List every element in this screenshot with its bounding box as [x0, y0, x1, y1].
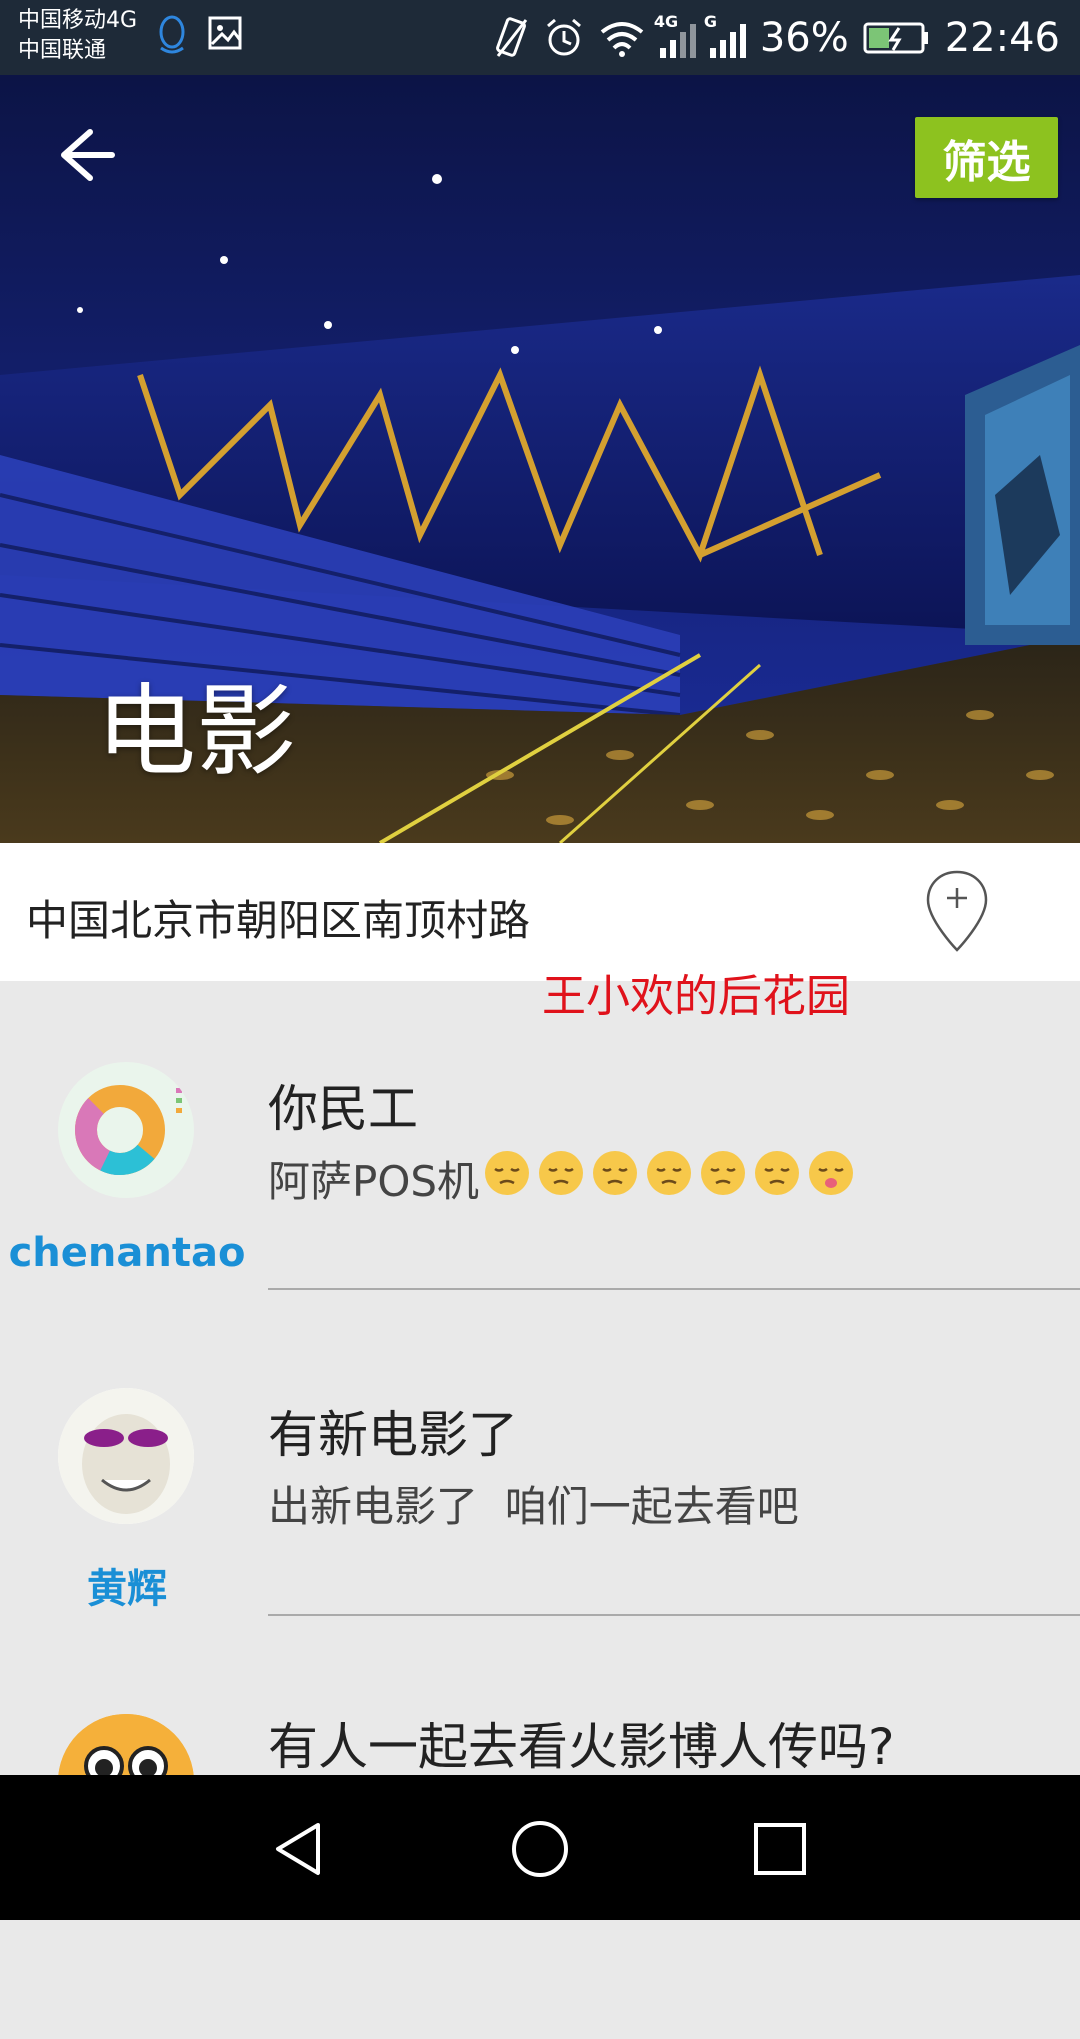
signal-icon-2: G	[704, 12, 746, 58]
location-text: 中国北京市朝阳区南顶村路	[26, 896, 531, 945]
post-title: 你民工	[268, 1080, 418, 1138]
carrier-1: 中国移动4G	[18, 8, 138, 33]
recents-nav-icon[interactable]	[748, 1817, 812, 1881]
username[interactable]: 黄辉	[0, 1556, 254, 1614]
carrier-2: 中国联通	[18, 38, 107, 63]
arrow-left-icon[interactable]	[52, 120, 122, 190]
donut-chart-avatar	[75, 1085, 182, 1175]
alarm-icon	[546, 18, 581, 56]
home-nav-icon[interactable]	[508, 1817, 572, 1881]
network-type-2: G	[703, 12, 717, 31]
emoji-face-icon	[539, 1151, 584, 1195]
emoji-face-icon	[809, 1151, 854, 1195]
hero-banner: 筛选 电影	[0, 75, 1080, 843]
emoji-face-icon	[485, 1151, 530, 1195]
post-item[interactable]: chenantao 你民工 阿萨POS机	[0, 1062, 1080, 1387]
status-bar: 中国移动4G 中国联通 4G G 36% 22:46	[0, 0, 1080, 75]
clock: 22:46	[944, 15, 1060, 61]
carrier-info: 中国移动4G 中国联通	[18, 6, 137, 66]
emoji-face-icon	[647, 1151, 692, 1195]
location-row[interactable]: 中国北京市朝阳区南顶村路	[0, 843, 1080, 981]
network-type-1: 4G	[653, 12, 679, 31]
wifi-icon	[600, 22, 644, 57]
battery-percent: 36%	[759, 15, 849, 61]
face-avatar	[58, 1388, 194, 1524]
image-icon	[208, 16, 242, 50]
avatar[interactable]	[58, 1062, 194, 1198]
emoji-row	[479, 1147, 857, 1209]
qq-icon	[159, 15, 185, 54]
post-body-text: 阿萨POS机	[268, 1156, 480, 1206]
post-title: 有新电影了	[268, 1406, 518, 1464]
battery-icon	[863, 22, 928, 54]
avatar[interactable]	[58, 1388, 194, 1524]
filter-button[interactable]: 筛选	[915, 117, 1058, 198]
navigation-bar	[0, 1775, 1080, 1920]
page-title: 电影	[96, 673, 296, 790]
emoji-face-icon	[701, 1151, 746, 1195]
back-nav-icon[interactable]	[268, 1817, 332, 1881]
status-right: 4G G 36% 22:46	[494, 8, 1060, 68]
post-item[interactable]: 黄辉 有新电影了 出新电影了 咱们一起去看吧	[0, 1388, 1080, 1713]
divider	[268, 1288, 1080, 1290]
emoji-face-icon	[755, 1151, 800, 1195]
post-body: 出新电影了 咱们一起去看吧	[268, 1482, 799, 1531]
divider	[268, 1614, 1080, 1616]
post-title: 有人一起去看火影博人传吗?	[268, 1718, 895, 1776]
post-body: 阿萨POS机	[268, 1147, 857, 1209]
location-pin-add-icon[interactable]	[922, 868, 992, 954]
username[interactable]: chenantao	[0, 1230, 254, 1276]
vibrate-icon	[495, 17, 527, 57]
signal-icon: 4G	[654, 12, 696, 58]
watermark: 王小欢的后花园	[542, 971, 850, 1022]
emoji-face-icon	[593, 1151, 638, 1195]
